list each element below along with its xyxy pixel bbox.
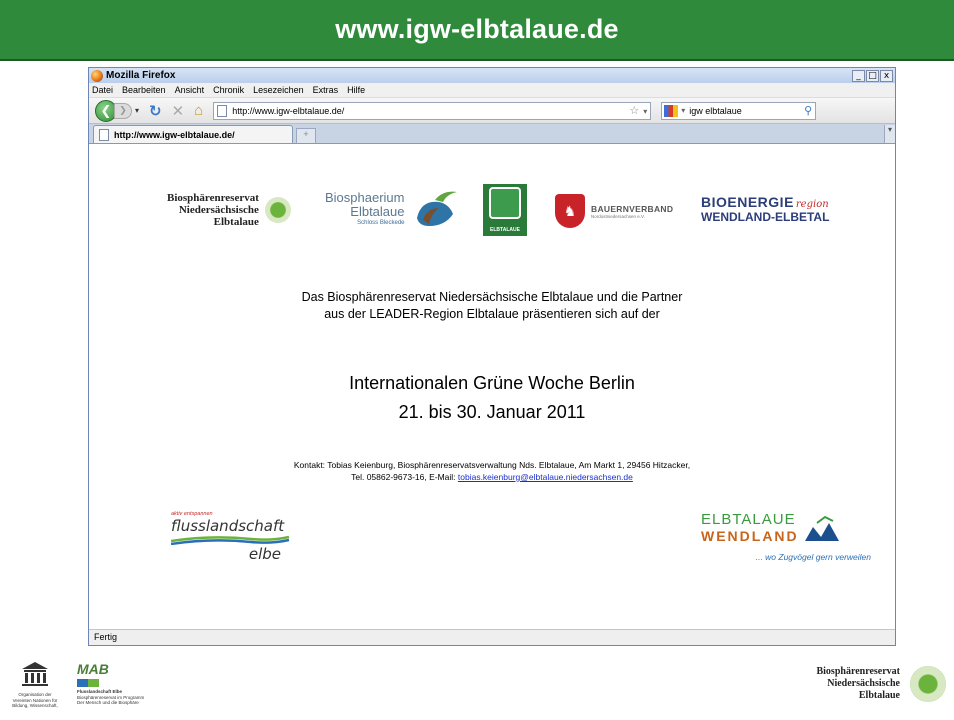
status-bar: Fertig (89, 629, 895, 645)
browser-window: Mozilla Firefox _ □ x Datei Bearbeiten A… (88, 67, 896, 646)
bioenergie-text: BIOENERGIE (701, 194, 794, 210)
unesco-logo: Organisation der Vereinten Nationen für … (5, 661, 65, 709)
close-button[interactable]: x (880, 69, 893, 82)
biosphaerenreservat-logo[interactable]: Biosphärenreservat Niedersächsische Elbt… (167, 192, 291, 228)
tab-page-icon (99, 128, 109, 141)
contact-line-1: Kontakt: Tobias Keienburg, Biosphärenres… (293, 460, 691, 470)
bauernverband-subtext: Nordostniedersachsen e.V. (591, 213, 645, 219)
page-icon (217, 104, 228, 117)
footer-right-logo: Biosphärenreservat Niedersächsische Elbt… (816, 666, 946, 702)
unesco-temple-icon (22, 662, 48, 686)
url-text[interactable]: http://www.igw-elbtalaue.de/ (232, 106, 344, 116)
flusslandschaft-text: flusslandschaft (171, 517, 285, 535)
wendland-text: WENDLAND (701, 528, 799, 544)
footer-left-logos: Organisation der Vereinten Nationen für … (5, 661, 167, 709)
status-text: Fertig (94, 632, 118, 642)
biosphaerium-text-3: Schloss Bleckede (357, 220, 405, 226)
footer-logo-text-1: Biosphärenreservat (816, 666, 900, 677)
mab-label: MAB (77, 661, 109, 677)
footer-logo-text-2: Niedersächsische (827, 678, 900, 689)
menu-chronik[interactable]: Chronik (213, 85, 244, 95)
contact-text: Kontakt: Tobias Keienburg, Biosphärenres… (89, 459, 895, 483)
elbtalaue-text: ELBTALAUE (701, 511, 796, 528)
url-dropdown-icon[interactable]: ▾ (643, 107, 647, 116)
biosphaerenreservat-text-3: Elbtalaue (213, 216, 259, 228)
flusslandschaft-logo[interactable]: aktiv entspannen flusslandschaft elbe (171, 511, 291, 563)
reload-icon[interactable]: ↻ (149, 102, 162, 120)
biosphaerium-text-1: Biosphaerium (325, 190, 405, 205)
bauernverband-shield-icon: ♞ (555, 194, 585, 228)
tab-active[interactable]: http://www.igw-elbtalaue.de/ (93, 125, 293, 143)
stop-icon[interactable]: ✕ (172, 102, 185, 120)
menu-lesezeichen[interactable]: Lesezeichen (253, 85, 304, 95)
forward-button[interactable]: ❯ (114, 102, 132, 119)
tab-list-dropdown-icon[interactable]: ▾ (884, 125, 895, 143)
zugvoegel-icon (804, 515, 839, 541)
unesco-caption-3: Bildung, Wissenschaft, (12, 703, 58, 708)
menu-bar: Datei Bearbeiten Ansicht Chronik Lesezei… (89, 83, 895, 98)
flusslandschaft-subtext: elbe (248, 545, 281, 563)
search-icon[interactable]: ⚲ (804, 104, 815, 117)
home-icon[interactable]: ⌂ (194, 102, 203, 119)
intro-line-1: Das Biosphärenreservat Niedersächsische … (301, 290, 683, 304)
navigation-toolbar: ❮ ❯ ▾ ↻ ✕ ⌂ http://www.igw-elbtalaue.de/… (89, 98, 895, 124)
leader-emblem-icon (489, 187, 521, 219)
bioenergie-region-text: region (795, 199, 829, 210)
maximize-button[interactable]: □ (866, 69, 879, 82)
contact-email-link[interactable]: tobias.keienburg@elbtalaue.niedersachsen… (458, 472, 633, 482)
slide-title: www.igw-elbtalaue.de (335, 14, 619, 44)
intro-text: Das Biosphärenreservat Niedersächsische … (89, 289, 895, 323)
window-titlebar[interactable]: Mozilla Firefox _ □ x (89, 68, 895, 83)
minimize-button[interactable]: _ (852, 69, 865, 82)
search-engine-dropdown-icon[interactable]: ▾ (681, 106, 685, 115)
search-engine-icon[interactable] (664, 104, 679, 117)
mab-stripe-icon (77, 679, 99, 687)
elbtalaue-slogan: ... wo Zugvögel gern verweilen (755, 552, 871, 562)
biosphaerium-text-2: Elbtalaue (350, 204, 405, 219)
elbtalaue-wendland-logo[interactable]: ELBTALAUE WENDLAND ... wo Zugvögel gern … (701, 511, 871, 562)
history-dropdown-icon[interactable]: ▾ (135, 106, 139, 115)
menu-hilfe[interactable]: Hilfe (347, 85, 365, 95)
biosphaerenreservat-text-2: Niedersächsische (178, 204, 259, 216)
biosphaerium-bird-icon (416, 191, 457, 226)
menu-ansicht[interactable]: Ansicht (175, 85, 205, 95)
url-bar[interactable]: http://www.igw-elbtalaue.de/ ☆ ▾ (213, 101, 652, 120)
tab-label: http://www.igw-elbtalaue.de/ (114, 129, 235, 140)
event-text: Internationalen Grüne Woche Berlin 21. b… (89, 369, 895, 427)
bioenergie-logo[interactable]: BIOENERGIE region WENDLAND-ELBETAL (701, 194, 829, 224)
mab-logo: MAB Flusslandschaft Elbe Biosphärenreser… (77, 661, 167, 709)
footer-biosphaere-circle-icon (910, 666, 946, 702)
page-content: Biosphärenreservat Niedersächsische Elbt… (89, 159, 895, 629)
mab-caption-3: Der Mensch und die Biosphäre (77, 700, 139, 705)
menu-extras[interactable]: Extras (313, 85, 339, 95)
intro-line-2: aus der LEADER-Region Elbtalaue präsenti… (324, 307, 660, 321)
leader-text: ELBTALAUE (490, 227, 520, 233)
bauernverband-logo[interactable]: ♞ BAUERNVERBAND Nordostniedersachsen e.V… (555, 194, 673, 228)
partner-logos: Biosphärenreservat Niedersächsische Elbt… (89, 184, 895, 239)
search-text[interactable]: igw elbtalaue (689, 106, 742, 116)
bookmark-star-icon[interactable]: ☆ ▾ (629, 104, 650, 117)
bioenergie-subtext: WENDLAND-ELBETAL (701, 210, 830, 224)
flusslandschaft-wave-icon (171, 535, 290, 545)
new-tab-button[interactable]: + (296, 128, 316, 143)
biosphaerium-logo[interactable]: Biosphaerium Elbtalaue Schloss Bleckede (325, 188, 461, 230)
footer-logo-text-3: Elbtalaue (858, 690, 900, 701)
tab-bar: http://www.igw-elbtalaue.de/ + ▾ (89, 124, 895, 144)
firefox-icon (91, 69, 103, 82)
slide-header: www.igw-elbtalaue.de (0, 0, 954, 61)
bauernverband-text: BAUERNVERBAND (591, 203, 674, 214)
event-line-2: 21. bis 30. Januar 2011 (398, 402, 586, 422)
contact-phone: Tel. 05862-9673-16, E-Mail: (351, 472, 458, 482)
biosphaerenreservat-text-1: Biosphärenreservat (167, 192, 259, 204)
search-bar[interactable]: ▾ igw elbtalaue ⚲ (661, 101, 817, 120)
menu-bearbeiten[interactable]: Bearbeiten (122, 85, 166, 95)
contact-line-2: Tel. 05862-9673-16, E-Mail: tobias.keien… (89, 471, 895, 483)
biosphaere-circle-icon (264, 197, 291, 223)
menu-datei[interactable]: Datei (92, 85, 113, 95)
window-title: Mozilla Firefox (106, 70, 176, 81)
leader-logo[interactable]: ELBTALAUE (483, 184, 527, 236)
event-line-1: Internationalen Grüne Woche Berlin (349, 373, 635, 393)
